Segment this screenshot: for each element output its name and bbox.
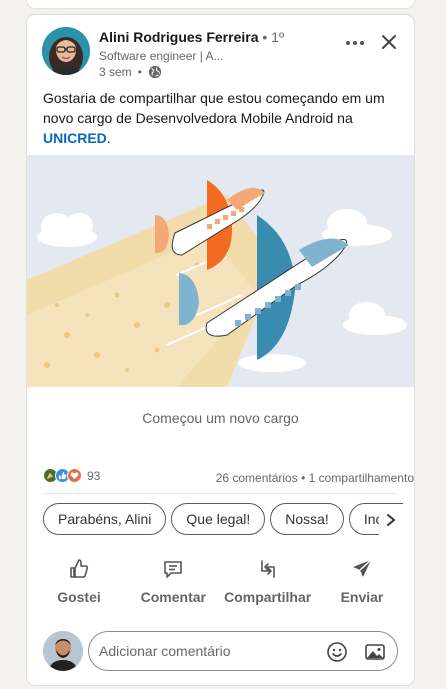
repost-icon [260,560,275,578]
post-time: 3 sem [99,65,132,79]
feed-post-card: Alini Rodrigues Ferreira • 1º Software e… [27,15,414,685]
quick-reply-chips: Parabéns, Alini Que legal! Nossa! Incrív… [43,503,403,537]
comment-composer [43,629,399,673]
company-mention-link[interactable]: UNICRED [43,130,107,146]
thumbs-up-icon [70,559,89,578]
post-header: Alini Rodrigues Ferreira • 1º Software e… [42,27,402,79]
like-button[interactable]: Gostei [35,551,123,611]
post-text-body: Gostaria de compartilhar que estou começ… [43,90,385,126]
current-user-avatar[interactable] [43,631,83,671]
love-reaction-icon [67,468,82,483]
new-position-illustration[interactable] [27,155,414,387]
comment-icon [164,561,183,578]
send-icon [352,559,372,577]
close-icon[interactable] [378,31,400,53]
dot-icon [360,41,364,45]
dot-icon [346,41,350,45]
divider [43,493,397,494]
quick-reply-chip[interactable]: Nossa! [270,503,344,535]
comments-shares-count[interactable]: 26 comentários • 1 compartilhamento [216,471,414,485]
meta-separator: • [137,65,142,79]
comment-input-box[interactable] [88,631,398,671]
quick-reply-chip[interactable]: Que legal! [171,503,266,535]
author-name[interactable]: Alini Rodrigues Ferreira [99,29,258,45]
globe-icon [148,65,162,79]
dot-icon [353,41,357,45]
chevron-right-icon[interactable] [379,505,403,535]
share-button[interactable]: Compartilhar [224,551,312,611]
post-text: Gostaria de compartilhar que estou começ… [43,88,403,148]
post-meta: 3 sem • [99,65,162,79]
quick-reply-chip[interactable]: Parabéns, Alini [43,503,167,535]
reactions-summary[interactable]: 93 [43,468,100,483]
post-text-end: . [106,130,111,146]
author-avatar[interactable] [42,27,90,75]
comment-label: Comentar [140,589,206,605]
comment-button[interactable]: Comentar [129,551,217,611]
author-headline: Software engineer | A... [99,49,224,63]
previous-post-edge [27,0,414,8]
social-counts: 93 26 comentários • 1 compartilhamento [43,468,414,488]
connection-degree: • 1º [258,29,285,45]
new-position-caption[interactable]: Começou um novo cargo [27,387,414,449]
share-label: Compartilhar [224,589,312,605]
more-options-button[interactable] [342,33,368,53]
author-name-line[interactable]: Alini Rodrigues Ferreira • 1º [99,29,284,45]
post-actions: Gostei Comentar Compartilhar Enviar [35,551,406,611]
comment-input[interactable] [99,641,319,661]
reaction-count[interactable]: 93 [87,469,100,483]
image-icon[interactable] [364,641,386,663]
send-button[interactable]: Enviar [318,551,406,611]
send-label: Enviar [340,589,384,605]
emoji-icon[interactable] [326,641,348,663]
like-label: Gostei [57,589,101,605]
